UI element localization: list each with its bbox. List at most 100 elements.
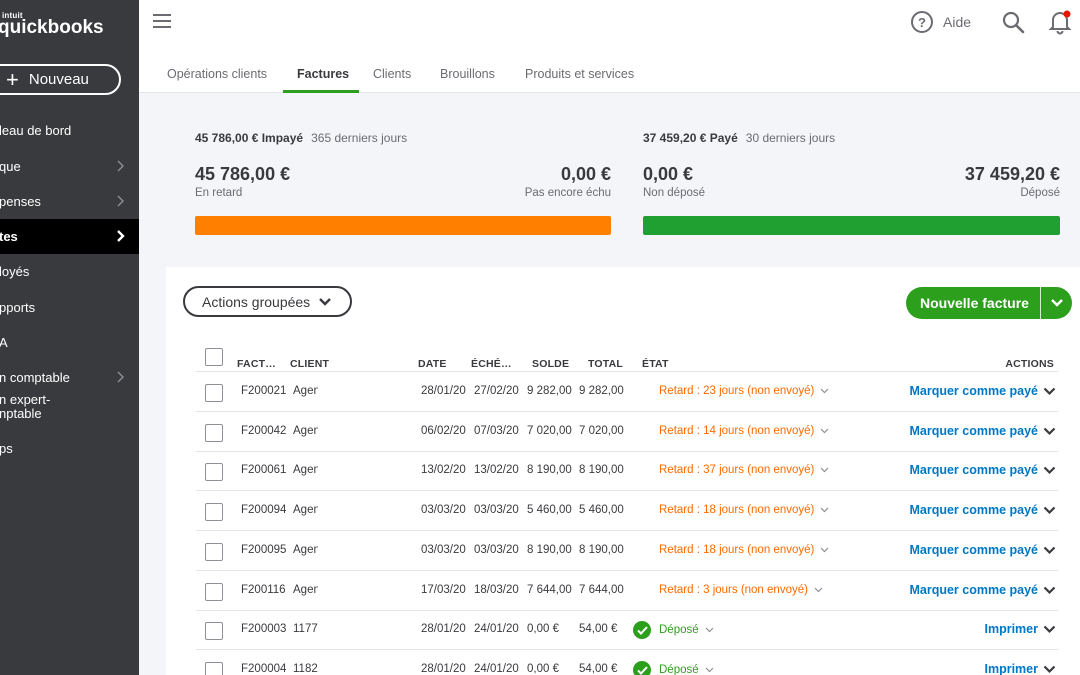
due-date[interactable]: 03/03/20 xyxy=(474,544,520,556)
invoice-date[interactable]: 03/03/20 xyxy=(421,544,467,556)
mark-paid-link[interactable]: Marquer comme payé xyxy=(909,503,1038,517)
chevron-down-icon[interactable] xyxy=(820,544,829,556)
col-header-invoice[interactable]: FACT… xyxy=(237,358,276,370)
client-name[interactable]: Agen xyxy=(293,464,318,476)
chevron-down-icon[interactable] xyxy=(820,385,829,397)
sidebar-item[interactable]: tes xyxy=(0,219,139,254)
row-checkbox[interactable] xyxy=(205,503,223,521)
invoice-date[interactable]: 28/01/20 xyxy=(421,385,467,397)
chevron-down-icon[interactable] xyxy=(814,584,823,596)
col-header-due[interactable]: ÉCHÉ… xyxy=(471,358,512,370)
status-badge[interactable]: Retard : 18 jours (non envoyé) xyxy=(659,504,829,516)
invoice-number[interactable]: F200021 xyxy=(241,385,286,397)
client-name[interactable]: Agen xyxy=(293,425,318,437)
due-date[interactable]: 24/01/20 xyxy=(474,623,520,635)
client-name[interactable]: 1182 xyxy=(293,663,318,675)
help-button[interactable]: ? Aide xyxy=(911,11,971,33)
invoice-date[interactable]: 28/01/20 xyxy=(421,663,467,675)
chevron-down-icon[interactable] xyxy=(1043,546,1056,555)
print-link[interactable]: Imprimer xyxy=(985,622,1039,636)
invoice-number[interactable]: F200116 xyxy=(241,584,286,596)
total[interactable]: 8 190,00 xyxy=(579,544,625,556)
sidebar-item[interactable]: leau de bord xyxy=(0,113,139,148)
mark-paid-link[interactable]: Marquer comme payé xyxy=(909,384,1038,398)
invoice-number[interactable]: F200003 xyxy=(241,623,286,635)
row-checkbox[interactable] xyxy=(205,384,223,402)
sidebar-item[interactable]: loyés xyxy=(0,254,139,289)
sidebar-item[interactable]: pports xyxy=(0,290,139,325)
batch-actions-button[interactable]: Actions groupées xyxy=(183,286,352,317)
col-header-status[interactable]: ÉTAT xyxy=(642,358,669,370)
tab-products-services[interactable]: Produits et services xyxy=(525,67,634,81)
balance[interactable]: 7 020,00 xyxy=(527,425,573,437)
invoice-number[interactable]: F200004 xyxy=(241,663,286,675)
status-badge[interactable]: Retard : 3 jours (non envoyé) xyxy=(659,584,823,596)
mark-paid-link[interactable]: Marquer comme payé xyxy=(909,463,1038,477)
tab-customer-operations[interactable]: Opérations clients xyxy=(167,67,267,81)
invoice-date[interactable]: 28/01/20 xyxy=(421,623,467,635)
chevron-down-icon[interactable] xyxy=(1043,427,1056,436)
total[interactable]: 9 282,00 xyxy=(579,385,625,397)
status-badge[interactable]: Retard : 23 jours (non envoyé) xyxy=(659,385,829,397)
col-header-total[interactable]: TOTAL xyxy=(588,358,623,370)
sidebar-item[interactable]: penses xyxy=(0,184,139,219)
due-date[interactable]: 03/03/20 xyxy=(474,504,520,516)
row-checkbox[interactable] xyxy=(205,622,223,640)
invoice-number[interactable]: F200042 xyxy=(241,425,286,437)
balance[interactable]: 8 190,00 xyxy=(527,464,573,476)
mark-paid-link[interactable]: Marquer comme payé xyxy=(909,424,1038,438)
client-name[interactable]: Agen xyxy=(293,544,318,556)
due-date[interactable]: 24/01/20 xyxy=(474,663,520,675)
balance[interactable]: 7 644,00 xyxy=(527,584,573,596)
total[interactable]: 8 190,00 xyxy=(579,464,625,476)
due-date[interactable]: 13/02/20 xyxy=(474,464,520,476)
status-badge[interactable]: Retard : 37 jours (non envoyé) xyxy=(659,464,829,476)
invoice-date[interactable]: 06/02/20 xyxy=(421,425,467,437)
status-badge[interactable]: Retard : 14 jours (non envoyé) xyxy=(659,425,829,437)
search-icon[interactable] xyxy=(1001,10,1025,34)
row-checkbox[interactable] xyxy=(205,662,223,675)
balance[interactable]: 8 190,00 xyxy=(527,544,573,556)
col-header-client[interactable]: CLIENT xyxy=(290,358,329,370)
invoice-date[interactable]: 13/02/20 xyxy=(421,464,467,476)
new-button[interactable]: + Nouveau xyxy=(0,64,121,95)
chevron-down-icon[interactable] xyxy=(1043,625,1056,634)
chevron-down-icon[interactable] xyxy=(820,425,829,437)
status-badge[interactable]: Déposé xyxy=(633,661,714,675)
new-invoice-button[interactable]: Nouvelle facture xyxy=(906,287,1072,319)
sidebar-item[interactable]: n expert-nptable xyxy=(0,390,139,424)
chevron-down-icon[interactable] xyxy=(1043,665,1056,674)
invoice-number[interactable]: F200094 xyxy=(241,504,286,516)
mark-paid-link[interactable]: Marquer comme payé xyxy=(909,543,1038,557)
total[interactable]: 54,00 € xyxy=(579,623,625,635)
balance[interactable]: 0,00 € xyxy=(527,663,573,675)
tab-drafts[interactable]: Brouillons xyxy=(440,67,495,81)
client-name[interactable]: Agen xyxy=(293,385,318,397)
due-date[interactable]: 07/03/20 xyxy=(474,425,520,437)
chevron-down-icon[interactable] xyxy=(820,504,829,516)
client-name[interactable]: 1177 xyxy=(293,623,318,635)
due-date[interactable]: 18/03/20 xyxy=(474,584,520,596)
due-date[interactable]: 27/02/20 xyxy=(474,385,520,397)
col-header-date[interactable]: DATE xyxy=(418,358,447,370)
sidebar-item[interactable]: A xyxy=(0,325,139,360)
total[interactable]: 7 020,00 xyxy=(579,425,625,437)
chevron-down-icon[interactable] xyxy=(820,464,829,476)
col-header-balance[interactable]: SOLDE xyxy=(532,358,569,370)
chevron-down-icon[interactable] xyxy=(1043,466,1056,475)
invoice-number[interactable]: F200061 xyxy=(241,464,286,476)
mark-paid-link[interactable]: Marquer comme payé xyxy=(909,583,1038,597)
balance[interactable]: 9 282,00 xyxy=(527,385,573,397)
client-name[interactable]: Agen xyxy=(293,584,318,596)
row-checkbox[interactable] xyxy=(205,424,223,442)
invoice-number[interactable]: F200095 xyxy=(241,544,286,556)
chevron-down-icon[interactable] xyxy=(705,624,714,636)
invoice-date[interactable]: 17/03/20 xyxy=(421,584,467,596)
overdue-progress-bar[interactable] xyxy=(195,216,611,235)
print-link[interactable]: Imprimer xyxy=(985,662,1039,675)
sidebar-item[interactable]: que xyxy=(0,149,139,184)
hamburger-icon[interactable] xyxy=(153,14,171,28)
select-all-checkbox[interactable] xyxy=(205,348,223,366)
chevron-down-icon[interactable] xyxy=(1043,506,1056,515)
new-invoice-dropdown[interactable] xyxy=(1041,298,1072,308)
